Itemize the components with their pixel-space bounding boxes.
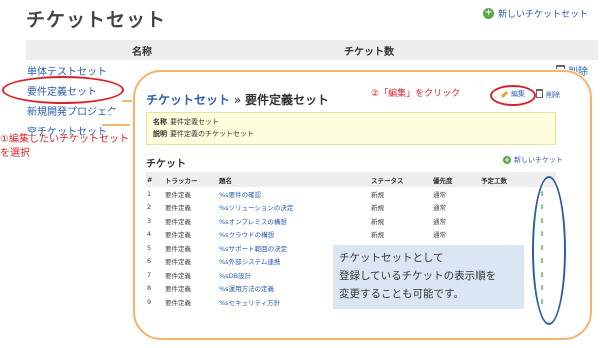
ticket-no: 3 bbox=[147, 216, 152, 225]
ticket-tracker: 要件定義 bbox=[165, 190, 191, 199]
annotation-line: を選択 bbox=[0, 148, 30, 159]
plus-icon: + bbox=[503, 156, 511, 164]
ticket-tracker: 要件定義 bbox=[165, 271, 191, 280]
ticket-title-link[interactable]: %s要件の確認 bbox=[218, 187, 370, 201]
ticket-col-header: トラッカー bbox=[164, 172, 218, 187]
ticket-col-header: 優先度 bbox=[432, 172, 480, 187]
ticket-status: 新規 bbox=[371, 204, 384, 213]
ticket-estimate bbox=[480, 187, 528, 201]
note-line: チケットセットとして bbox=[339, 252, 444, 264]
ticket-row: 4 要件定義 %sクラウドの構想 新規 通常 ⇕ bbox=[146, 228, 556, 242]
tickets-section-title: チケット bbox=[146, 159, 186, 170]
detail-breadcrumb: チケットセット » 要件定義セット bbox=[146, 91, 329, 108]
pencil-icon bbox=[500, 90, 509, 98]
annotation-line: ①編集したいチケットセット bbox=[0, 134, 129, 145]
ticket-priority: 通常 bbox=[433, 231, 446, 240]
ticket-no: 5 bbox=[147, 243, 152, 252]
note-line: 登録しているチケットの表示順を bbox=[339, 270, 497, 282]
ticket-col-header: ステータス bbox=[370, 172, 432, 187]
annotation-click-edit: ②「編集」をクリック bbox=[371, 89, 461, 99]
breadcrumb-separator: » bbox=[233, 93, 242, 107]
breadcrumb-parent[interactable]: チケットセット bbox=[146, 93, 230, 107]
ticket-tracker: 要件定義 bbox=[165, 298, 191, 307]
trash-icon bbox=[536, 89, 543, 98]
ticket-priority: 通常 bbox=[433, 190, 446, 199]
ticket-no: 4 bbox=[147, 230, 152, 239]
delete-label: 削除 bbox=[546, 91, 560, 99]
ticket-row: 1 要件定義 %s要件の確認 新規 通常 ⇕ bbox=[146, 187, 556, 201]
ticket-no: 9 bbox=[147, 297, 152, 306]
col-count: チケット数 bbox=[258, 40, 480, 60]
new-ticket-label: 新しいチケット bbox=[514, 156, 563, 164]
ticket-estimate bbox=[480, 214, 528, 228]
ticket-tracker: 要件定義 bbox=[165, 231, 191, 240]
ticket-no: 8 bbox=[147, 284, 152, 293]
plus-icon: + bbox=[482, 8, 494, 19]
col-action bbox=[480, 40, 598, 60]
ticket-status: 新規 bbox=[371, 190, 384, 199]
ticket-status: 新規 bbox=[371, 217, 384, 226]
ticket-no: 7 bbox=[147, 270, 152, 279]
ticket-no: 2 bbox=[147, 203, 152, 212]
delete-button[interactable]: 削除 bbox=[536, 89, 560, 100]
col-name: 名称 bbox=[26, 40, 258, 60]
ticket-tracker: 要件定義 bbox=[165, 258, 191, 267]
ticket-tracker: 要件定義 bbox=[165, 244, 191, 253]
ticket-no: 6 bbox=[147, 257, 152, 266]
ticket-row: 2 要件定義 %sソリューションの決定 新規 通常 ⇕ bbox=[146, 201, 556, 215]
ticket-priority: 通常 bbox=[433, 204, 446, 213]
ticket-row: 3 要件定義 %sオンプレミスの構想 新規 通常 ⇕ bbox=[146, 214, 556, 228]
ticket-col-header: # bbox=[146, 172, 164, 187]
desc-label: 説明 bbox=[153, 130, 167, 138]
edit-label: 編集 bbox=[511, 90, 525, 98]
breadcrumb-current: 要件定義セット bbox=[245, 93, 330, 107]
new-ticket-link[interactable]: + 新しいチケット bbox=[503, 155, 563, 165]
ticket-status: 新規 bbox=[371, 231, 384, 240]
note-box: チケットセットとして 登録しているチケットの表示順を 変更することも可能です。 bbox=[333, 245, 524, 309]
new-ticket-set-label: 新しいチケットセット bbox=[497, 10, 588, 20]
highlight-oval-set bbox=[2, 76, 124, 104]
ticket-title-link[interactable]: %sクラウドの構想 bbox=[218, 228, 370, 242]
name-value: 要件定義セット bbox=[170, 118, 219, 126]
annotation-select-set: ①編集したいチケットセット を選択 bbox=[0, 133, 129, 161]
ticket-estimate bbox=[480, 201, 528, 215]
ticket-tracker: 要件定義 bbox=[165, 217, 191, 226]
ticket-tracker: 要件定義 bbox=[165, 204, 191, 213]
ticket-title-link[interactable]: %sオンプレミスの構想 bbox=[218, 214, 370, 228]
note-line: 変更することも可能です。 bbox=[339, 288, 464, 300]
page-title: チケットセット bbox=[26, 9, 167, 31]
edit-button[interactable]: 編集 bbox=[500, 89, 525, 99]
name-label: 名称 bbox=[153, 118, 167, 126]
ticket-col-header: 予定工数 bbox=[480, 172, 528, 187]
new-ticket-set-link[interactable]: + 新しいチケットセット bbox=[482, 7, 588, 20]
ticket-tracker: 要件定義 bbox=[165, 285, 191, 294]
desc-value: 要件定義のチケットセット bbox=[170, 130, 254, 138]
ticket-title-link[interactable]: %sソリューションの決定 bbox=[218, 201, 370, 215]
highlight-oval-order bbox=[532, 176, 566, 325]
ticket-no: 1 bbox=[147, 189, 152, 198]
ticket-estimate bbox=[480, 228, 528, 242]
ticket-priority: 通常 bbox=[433, 217, 446, 226]
set-info-box: 名称 要件定義セット 説明 要件定義のチケットセット bbox=[146, 112, 556, 145]
ticket-col-header: 題名 bbox=[218, 172, 370, 187]
